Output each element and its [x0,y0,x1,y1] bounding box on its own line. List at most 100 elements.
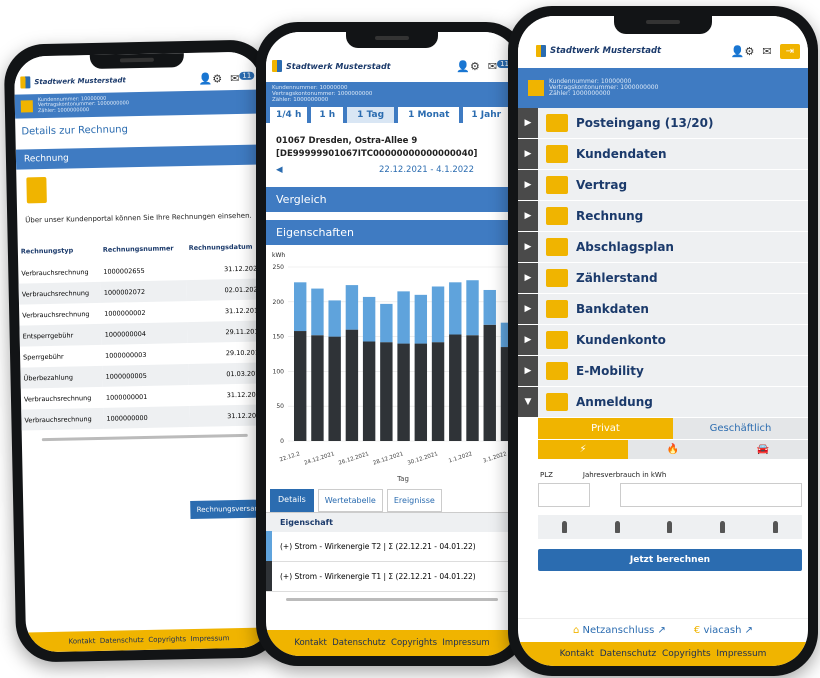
gas-icon[interactable]: 🔥 [628,440,718,459]
footer-link-kontakt[interactable]: Kontakt [69,637,96,646]
horizontal-scrollbar[interactable] [286,597,498,601]
footer-link-impressum[interactable]: Impressum [716,649,766,659]
menu-item-customer-data[interactable]: ▶ Kundendaten [518,139,808,170]
x-tick-label: 3.1.2022 [482,451,507,464]
contract-icon [546,176,568,194]
expand-icon[interactable]: ▶ [518,108,538,138]
tab-year[interactable]: 1 Jahr [463,107,510,124]
expand-icon[interactable]: ▶ [518,232,538,262]
segment-business[interactable]: Geschäftlich [673,418,808,439]
properties-section[interactable]: Eigenschaften [266,219,518,245]
description: Über unser Kundenportal können Sie Ihre … [25,211,252,225]
collapse-icon[interactable]: ▼ [518,387,538,417]
footer-link-kontakt[interactable]: Kontakt [560,649,594,659]
brand-logo[interactable]: Stadtwerk Musterstadt [272,60,391,72]
person-1-icon[interactable] [561,521,567,533]
prev-period-icon[interactable]: ◀ [276,165,283,175]
y-tick-label: 100 [273,368,285,375]
phone-invoice: Stadtwerk Musterstadt 👤⚙ ✉ 11 Kundennummer… [3,39,283,663]
property-header: Eigenschaft [266,512,518,532]
footer: Kontakt Datenschutz Copyrights Impressum [25,627,273,653]
footer-link-datenschutz[interactable]: Datenschutz [100,636,144,645]
brand-logo[interactable]: Stadtwerk Musterstadt [20,74,126,89]
tab-value-table[interactable]: Wertetabelle [317,488,383,512]
footer-link-kontakt[interactable]: Kontakt [294,638,327,648]
bar-tariff-t2 [466,280,479,336]
calculate-button[interactable]: Jetzt berechnen [538,549,802,571]
user-settings-icon[interactable]: 👤⚙ [456,60,480,73]
inbox-icon [546,114,568,132]
date-range-picker: ◀ 22.12.2021 - 4.1.2022 [266,161,518,179]
brand-logo[interactable]: Stadtwerk Musterstadt [536,45,661,57]
menu-item-inbox[interactable]: ▶ Posteingang (13/20) [518,108,808,139]
tab-quarter-hour[interactable]: 1/4 h [270,107,308,124]
footer: Kontakt Datenschutz Copyrights Impressum [266,630,518,656]
person-icon [546,145,568,163]
y-tick-label: 150 [273,333,285,340]
tab-day[interactable]: 1 Tag [347,107,395,124]
x-tick-label: 22.12.2 [279,451,301,463]
expand-icon[interactable]: ▶ [518,139,538,169]
y-axis-unit: kWh [272,252,285,259]
footer-link-impressum[interactable]: Impressum [190,634,229,643]
expand-icon[interactable]: ▶ [518,201,538,231]
menu-item-bank-data[interactable]: ▶ Bankdaten [518,294,808,325]
external-links: ⌂ Netzanschluss ↗ € viacash ↗ [518,618,808,642]
tab-details[interactable]: Details [270,488,314,512]
footer-link-impressum[interactable]: Impressum [442,638,489,648]
menu-item-meter-reading[interactable]: ▶ Zählerstand [518,263,808,294]
menu-item-e-mobility[interactable]: ▶ E-Mobility [518,356,808,387]
person-4-icon[interactable] [720,521,726,533]
phone-consumption: Stadtwerk Musterstadt 👤⚙ ✉ 11 Kundennummer… [256,22,528,666]
viacash-link[interactable]: € viacash ↗ [694,625,753,636]
car-icon[interactable]: 🚘 [718,440,808,459]
consumption-input[interactable] [620,483,802,507]
footer-link-datenschutz[interactable]: Datenschutz [332,638,385,648]
footer-link-copyrights[interactable]: Copyrights [391,638,437,648]
person-3-icon[interactable] [667,521,673,533]
horizontal-scrollbar[interactable] [41,434,248,442]
phone-notch [346,32,438,48]
expand-icon[interactable]: ▶ [518,325,538,355]
user-settings-icon[interactable]: 👤⚙ [198,72,222,85]
table-row[interactable]: Verbrauchsrechnung 1000000000 31.12.2017 [21,404,268,431]
tab-month[interactable]: 1 Monat [398,107,460,124]
person-5-icon[interactable] [773,521,779,533]
expand-icon[interactable]: ▶ [518,263,538,293]
grid-connection-link[interactable]: ⌂ Netzanschluss ↗ [573,625,666,636]
electricity-icon[interactable]: ⚡ [538,440,628,459]
menu-item-customer-account[interactable]: ▶ Kundenkonto [518,325,808,356]
menu-item-registration[interactable]: ▼ Anmeldung [518,387,808,418]
date-range[interactable]: 22.12.2021 - 4.1.2022 [379,165,474,175]
plz-input[interactable] [538,483,590,507]
expand-icon[interactable]: ▶ [518,356,538,386]
x-tick-label: 28.12.2021 [372,451,404,466]
footer-link-copyrights[interactable]: Copyrights [148,635,186,644]
mail-icon[interactable]: ✉ [762,45,771,58]
property-row[interactable]: (+) Strom - Wirkenergie T1 | Σ (22.12.21… [266,561,518,592]
menu-item-contract[interactable]: ▶ Vertrag [518,170,808,201]
house-icon: ⌂ [572,625,583,636]
footer-link-datenschutz[interactable]: Datenschutz [600,649,657,659]
menu-item-installment-plan[interactable]: ▶ Abschlagsplan [518,232,808,263]
expand-icon[interactable]: ▶ [518,294,538,324]
tab-events[interactable]: Ereignisse [386,488,442,512]
mail-icon[interactable]: ✉ 11 [230,71,255,85]
menu-item-invoice[interactable]: ▶ Rechnung [518,201,808,232]
footer: Kontakt Datenschutz Copyrights Impressum [518,642,808,666]
invoice-icon [546,207,568,225]
bar-tariff-t1 [294,330,307,441]
logout-icon[interactable]: ⇥ [779,43,800,59]
person-2-icon[interactable] [614,521,620,533]
page-title: Details zur Rechnung [21,124,129,138]
consumption-label: Jahresverbrauch in kWh [582,471,667,479]
expand-icon[interactable]: ▶ [518,170,538,200]
property-row[interactable]: (+) Strom - Wirkenergie T2 | Σ (22.12.21… [266,531,518,562]
tab-hour[interactable]: 1 h [311,107,344,124]
bar-tariff-t2 [414,294,428,344]
segment-private[interactable]: Privat [538,418,673,439]
user-settings-icon[interactable]: 👤⚙ [731,45,755,58]
comparison-section[interactable]: Vergleich [266,186,518,212]
footer-link-copyrights[interactable]: Copyrights [662,649,711,659]
bar-tariff-t2 [483,289,496,325]
